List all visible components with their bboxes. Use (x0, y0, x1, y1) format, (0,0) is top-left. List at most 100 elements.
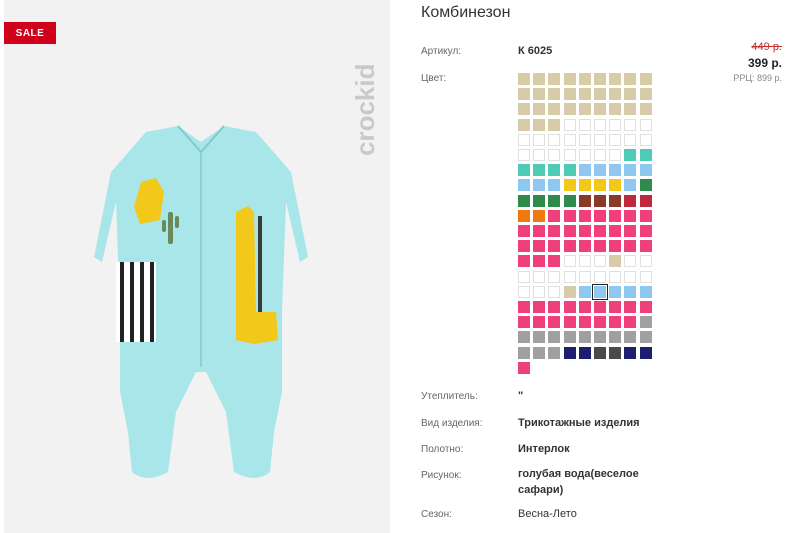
color-swatch[interactable] (578, 331, 591, 344)
color-swatch[interactable] (533, 331, 546, 344)
color-swatch[interactable] (639, 331, 652, 344)
color-swatch[interactable] (639, 270, 652, 283)
color-swatch[interactable] (594, 316, 606, 329)
color-swatch[interactable] (563, 331, 576, 344)
color-swatch[interactable] (624, 164, 637, 177)
color-swatch[interactable] (578, 225, 591, 237)
color-swatch[interactable] (578, 255, 591, 268)
color-swatch[interactable] (518, 133, 530, 146)
color-swatch[interactable] (578, 149, 591, 161)
color-swatch[interactable] (563, 88, 576, 101)
color-swatch[interactable] (639, 179, 652, 192)
color-swatch[interactable] (533, 285, 546, 298)
color-swatch[interactable] (578, 118, 591, 131)
color-swatch[interactable] (518, 73, 530, 85)
color-swatch[interactable] (594, 209, 606, 222)
color-swatch[interactable] (609, 118, 622, 131)
color-swatch[interactable] (624, 346, 637, 359)
color-swatch[interactable] (624, 270, 637, 283)
color-swatch[interactable] (533, 73, 546, 85)
color-swatch[interactable] (548, 164, 561, 177)
color-swatch[interactable] (563, 164, 576, 177)
color-swatch[interactable] (548, 285, 561, 298)
color-swatch[interactable] (563, 225, 576, 237)
color-swatch[interactable] (624, 285, 637, 298)
color-swatch[interactable] (609, 301, 622, 313)
color-swatch[interactable] (533, 301, 546, 313)
color-swatch[interactable] (592, 283, 608, 300)
color-swatch[interactable] (624, 103, 637, 116)
color-swatch[interactable] (609, 255, 622, 268)
color-swatch[interactable] (609, 88, 622, 101)
color-swatch[interactable] (548, 346, 561, 359)
color-swatch[interactable] (533, 346, 546, 359)
color-swatch[interactable] (578, 316, 591, 329)
color-swatch[interactable] (533, 225, 546, 237)
color-swatch[interactable] (518, 225, 530, 237)
color-swatch[interactable] (548, 179, 561, 192)
color-swatch[interactable] (518, 285, 530, 298)
color-swatch[interactable] (563, 194, 576, 207)
color-swatch[interactable] (518, 103, 530, 116)
color-swatch[interactable] (533, 270, 546, 283)
color-swatch[interactable] (624, 149, 637, 161)
color-swatch[interactable] (533, 255, 546, 268)
color-swatch[interactable] (639, 301, 652, 313)
color-swatch[interactable] (639, 88, 652, 101)
color-swatch[interactable] (548, 270, 561, 283)
color-swatch[interactable] (563, 179, 576, 192)
color-swatch[interactable] (563, 346, 576, 359)
color-swatch[interactable] (563, 103, 576, 116)
color-swatch[interactable] (609, 270, 622, 283)
color-swatch[interactable] (518, 149, 530, 161)
color-swatch[interactable] (594, 133, 606, 146)
color-swatch[interactable] (548, 225, 561, 237)
color-swatch[interactable] (624, 88, 637, 101)
color-swatch[interactable] (563, 73, 576, 85)
color-swatch[interactable] (548, 209, 561, 222)
color-swatch[interactable] (533, 133, 546, 146)
color-swatch[interactable] (624, 118, 637, 131)
color-swatch[interactable] (548, 103, 561, 116)
color-swatch[interactable] (518, 118, 530, 131)
color-swatch[interactable] (578, 240, 591, 253)
color-swatch[interactable] (639, 209, 652, 222)
color-swatch[interactable] (533, 209, 546, 222)
color-swatch[interactable] (563, 240, 576, 253)
color-swatch[interactable] (624, 133, 637, 146)
color-swatch[interactable] (518, 194, 530, 207)
color-swatch[interactable] (578, 209, 591, 222)
color-swatch[interactable] (518, 346, 530, 359)
color-swatch[interactable] (578, 194, 591, 207)
color-swatch[interactable] (518, 88, 530, 101)
color-swatch[interactable] (548, 88, 561, 101)
color-swatch[interactable] (639, 164, 652, 177)
color-swatch[interactable] (639, 255, 652, 268)
color-swatch[interactable] (548, 316, 561, 329)
color-swatch[interactable] (594, 179, 606, 192)
color-swatch[interactable] (548, 194, 561, 207)
color-swatch[interactable] (594, 149, 606, 161)
color-swatch[interactable] (609, 133, 622, 146)
color-swatch[interactable] (548, 255, 561, 268)
color-swatch[interactable] (624, 209, 637, 222)
color-swatch[interactable] (518, 255, 530, 268)
color-swatch[interactable] (548, 118, 561, 131)
color-swatch[interactable] (609, 240, 622, 253)
color-swatch[interactable] (563, 285, 576, 298)
color-swatch[interactable] (624, 301, 637, 313)
color-swatch[interactable] (548, 133, 561, 146)
color-swatch[interactable] (518, 164, 530, 177)
color-swatch[interactable] (609, 103, 622, 116)
color-swatch[interactable] (594, 73, 606, 85)
color-swatch[interactable] (578, 301, 591, 313)
color-swatch[interactable] (594, 346, 606, 359)
color-swatch[interactable] (563, 118, 576, 131)
color-swatch[interactable] (594, 270, 606, 283)
color-swatch[interactable] (594, 88, 606, 101)
color-swatch[interactable] (639, 149, 652, 161)
color-swatch[interactable] (639, 118, 652, 131)
color-swatch[interactable] (624, 255, 637, 268)
color-swatch[interactable] (624, 194, 637, 207)
color-swatch[interactable] (563, 255, 576, 268)
